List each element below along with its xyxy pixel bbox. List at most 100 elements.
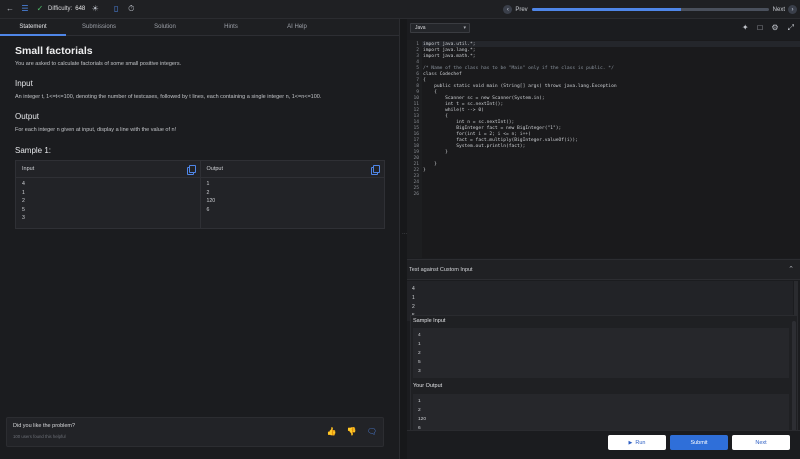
line-number: 7	[416, 77, 419, 83]
output-line: 2	[418, 408, 421, 413]
fullscreen-icon[interactable]: ⤢	[788, 23, 794, 33]
sample-input-header: Input	[16, 161, 200, 178]
thumbs-up-icon[interactable]: 👍	[327, 427, 337, 436]
prev-button[interactable]: ‹ Prev	[503, 5, 528, 14]
sample-output-line: 6	[206, 206, 210, 213]
next-problem-button[interactable]: Next ›	[773, 5, 797, 14]
custom-input-line: 1	[412, 295, 415, 301]
code-line: System.out.println(fact);	[423, 143, 526, 149]
copy-input-icon[interactable]	[186, 165, 196, 175]
sample-output-lines: 1 2 120 6	[201, 178, 385, 216]
feedback-subtext: 100 users found this helpful	[13, 434, 66, 439]
sample-output-column: Output 1 2 120 6	[200, 161, 385, 228]
sample-table: Input 4 1 2 5 3 Output 1 2 120 6	[15, 160, 385, 229]
sample-output-line: 1	[206, 181, 210, 187]
back-arrow-icon[interactable]: ←	[5, 4, 15, 14]
sample-input-result-box: 4 1 2 5 3	[413, 328, 789, 378]
line-number: 10	[413, 95, 419, 101]
code-line: }	[423, 161, 437, 167]
code-line: class Codechef	[423, 71, 462, 77]
settings-gear-icon[interactable]: ⚙	[771, 23, 778, 33]
sample-output-line: 2	[206, 189, 210, 196]
line-number: 17	[413, 137, 419, 143]
next-label: Next	[772, 6, 785, 13]
copy-output-icon[interactable]	[371, 165, 380, 175]
result-line: 5	[418, 360, 421, 365]
bookmark-icon[interactable]: ▯	[111, 4, 121, 14]
magic-wand-icon[interactable]: ✦	[742, 23, 749, 33]
code-line: {	[423, 113, 448, 119]
prev-label: Prev	[515, 6, 528, 13]
tab-ai-help[interactable]: AI Help	[264, 19, 330, 35]
tab-submissions[interactable]: Submissions	[66, 19, 132, 35]
tab-statement[interactable]: Statement	[0, 19, 66, 36]
sample-input-result-label: Sample Input	[413, 318, 446, 324]
sample-input-line: 3	[22, 215, 25, 221]
problem-list-icon[interactable]: ☰	[20, 4, 30, 14]
timer-icon[interactable]: ⏱	[126, 4, 136, 14]
result-line: 2	[418, 351, 421, 356]
chevron-left-icon: ‹	[503, 5, 513, 14]
chat-icon[interactable]: □	[758, 23, 763, 33]
action-bar: ▶ Run Submit Next	[407, 430, 800, 459]
code-line: {	[423, 89, 437, 95]
line-number: 1	[416, 41, 419, 47]
code-line: BigInteger fact = new BigInteger("1");	[423, 125, 562, 131]
problem-progress-bar	[531, 8, 769, 11]
result-line: 1	[418, 342, 421, 347]
line-number: 23	[413, 173, 419, 179]
language-select[interactable]: Java ▾	[410, 23, 470, 33]
problem-intro: You are asked to calculate factorials of…	[15, 61, 182, 67]
language-value: Java	[415, 25, 426, 31]
tab-solution[interactable]: Solution	[132, 19, 198, 35]
difficulty-label: Difficulty:	[48, 6, 73, 12]
line-number: 22	[413, 167, 419, 173]
line-number: 16	[413, 131, 419, 137]
code-line: }	[423, 167, 426, 173]
problem-panel: Statement Submissions Solution Hints AI …	[0, 19, 400, 459]
output-description: For each integer n given at input, displ…	[15, 127, 177, 133]
panel-splitter[interactable]: ⋮	[400, 19, 407, 459]
chevron-up-icon: ⌃	[788, 266, 794, 273]
next-button[interactable]: Next	[732, 435, 790, 450]
tab-hints[interactable]: Hints	[198, 19, 264, 35]
sample-input-line: 5	[22, 206, 25, 213]
code-line: import java.math.*;	[423, 53, 476, 59]
code-line: import java.util.*;	[423, 41, 476, 47]
play-icon: ▶	[628, 439, 633, 446]
line-number: 9	[416, 89, 419, 95]
line-number: 6	[416, 71, 419, 77]
output-line: 120	[418, 417, 427, 422]
thumbs-down-icon[interactable]: 👎	[347, 427, 357, 436]
line-number: 15	[413, 125, 419, 131]
progress-fill	[531, 8, 681, 11]
difficulty-indicator: ✓ Difficulty: 648	[35, 4, 86, 14]
line-number: 12	[413, 107, 419, 113]
input-heading: Input	[15, 79, 33, 88]
results-scrollbar[interactable]	[792, 321, 796, 441]
code-line: }	[423, 149, 448, 155]
line-number: 26	[413, 191, 419, 197]
chevron-down-icon: ▾	[463, 25, 466, 31]
output-heading: Output	[15, 112, 40, 121]
sample-output-line: 120	[206, 198, 216, 204]
line-number: 25	[413, 185, 419, 191]
theme-sun-icon[interactable]: ☀	[90, 4, 100, 14]
custom-input-toggle[interactable]: Test against Custom Input ⌃	[407, 259, 800, 280]
feedback-card: Did you like the problem? 100 users foun…	[6, 417, 384, 447]
comment-icon[interactable]: 🗨	[367, 427, 377, 436]
editor-panel: Java ▾ ✦ □ ⚙ ⤢ 1 2 3 4 5 6 7 8 9 10 11 12 13 14 15 16 17…	[407, 19, 800, 459]
line-number: 14	[413, 119, 419, 125]
run-button[interactable]: ▶ Run	[608, 435, 666, 450]
line-number: 11	[413, 101, 419, 107]
code-editor[interactable]: 1 2 3 4 5 6 7 8 9 10 11 12 13 14 15 16 17 18 19 20 21 22 23 24 2…	[407, 40, 800, 258]
submit-button[interactable]: Submit	[670, 435, 728, 450]
code-line: public static void main (String[] args) …	[423, 83, 617, 89]
problem-title: Small factorials	[15, 45, 93, 57]
check-icon: ✓	[36, 4, 44, 13]
line-number: 8	[416, 83, 419, 89]
line-number: 21	[413, 161, 419, 167]
line-number: 5	[416, 65, 419, 71]
sample-heading: Sample 1:	[15, 146, 52, 155]
line-number: 3	[416, 53, 419, 59]
